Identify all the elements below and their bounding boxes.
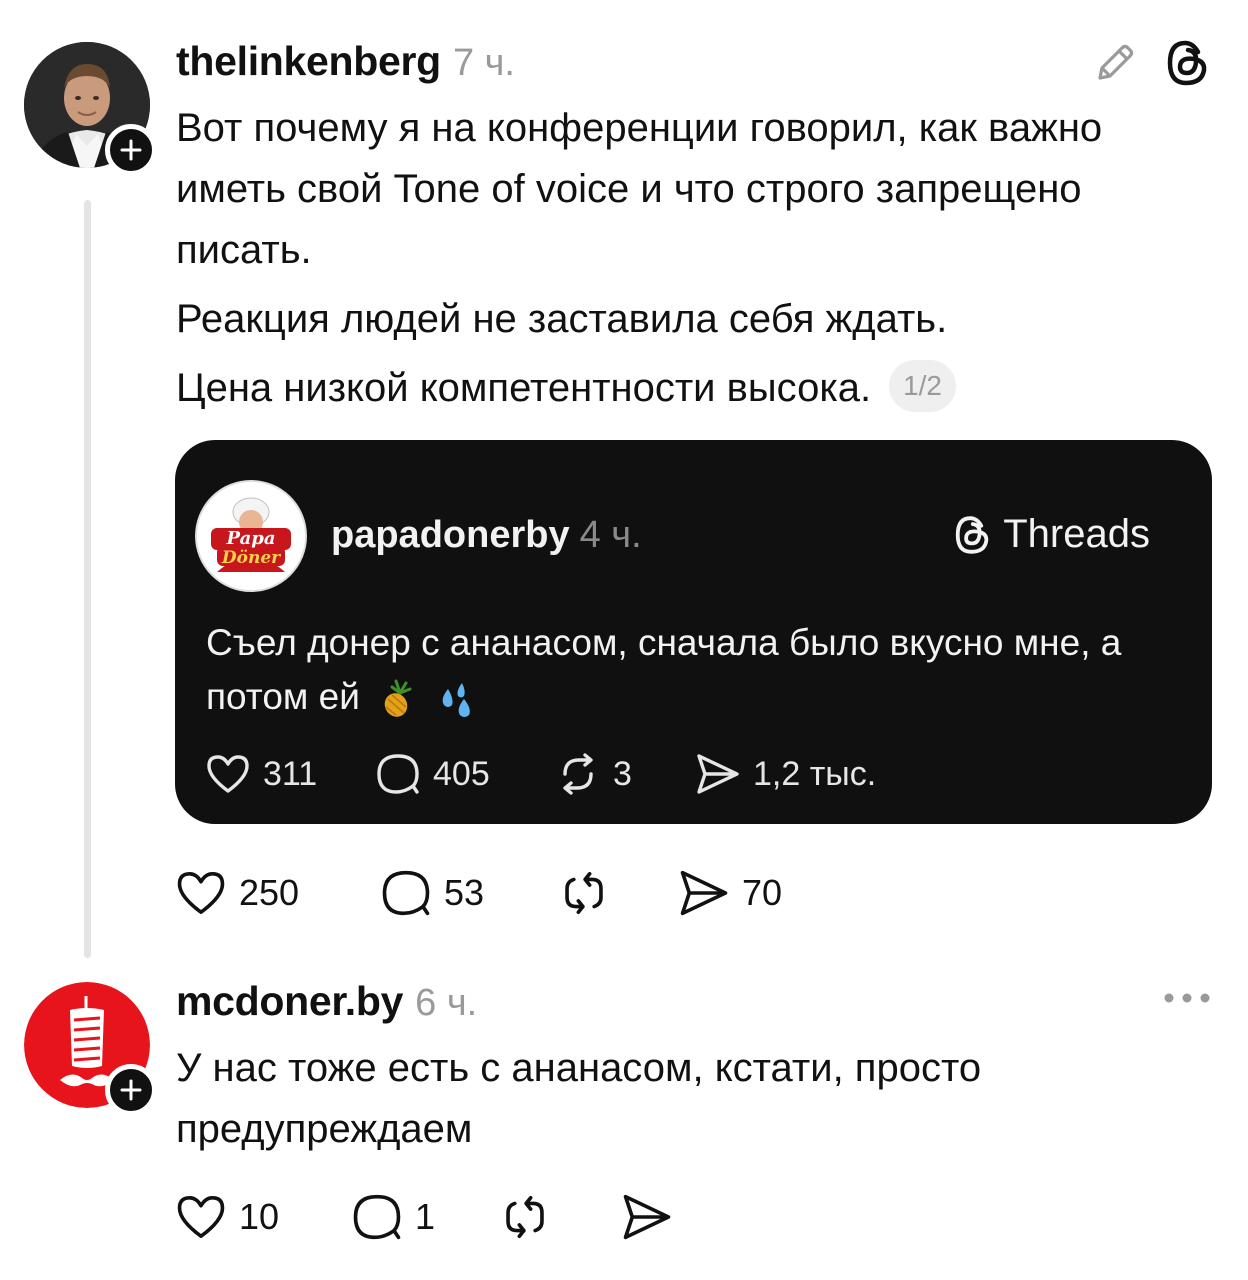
quoted-post-actions: 311 405 3 1,2 тыс.: [205, 752, 876, 796]
follow-button[interactable]: [105, 1064, 157, 1116]
reply-button[interactable]: 53: [380, 868, 558, 918]
quoted-post-text: Съел донер с ананасом, сначала было вкус…: [206, 616, 1186, 724]
threads-brand-label: Threads: [1003, 512, 1150, 556]
pencil-icon[interactable]: [1092, 40, 1138, 86]
send-icon: [697, 754, 739, 794]
post-paragraph: У нас тоже есть с ананасом, кстати, прос…: [176, 1046, 982, 1151]
post-actions: 250 53 70: [175, 868, 782, 918]
post-body: У нас тоже есть с ананасом, кстати, прос…: [176, 1038, 1136, 1168]
post-header: thelinkenberg 7 ч.: [176, 38, 515, 85]
reply-count: 53: [444, 872, 485, 913]
like-button[interactable]: 10: [175, 1193, 351, 1241]
quoted-like-count: 311: [263, 754, 318, 793]
more-icon[interactable]: [1162, 988, 1212, 1008]
quoted-repost-button[interactable]: 3: [555, 752, 695, 796]
post-paragraph: Вот почему я на конференции говорил, как…: [176, 106, 1103, 272]
avatar-papadonerby[interactable]: Papa Döner: [195, 480, 307, 592]
comment-icon: [377, 754, 419, 794]
plus-icon: [120, 1079, 142, 1101]
quoted-reply-button[interactable]: 405: [375, 752, 555, 796]
post-actions: 10 1: [175, 1192, 673, 1242]
quoted-username[interactable]: papadonerby: [331, 514, 570, 556]
heart-icon: [177, 871, 225, 915]
quoted-share-count: 1,2 тыс.: [753, 754, 877, 793]
quoted-reply-count: 405: [433, 754, 490, 793]
plus-icon: [120, 139, 142, 161]
reply-button[interactable]: 1: [351, 1192, 499, 1242]
quoted-like-button[interactable]: 311: [205, 753, 375, 795]
repost-button[interactable]: [499, 1192, 621, 1242]
repost-icon: [565, 871, 603, 915]
repost-icon: [506, 1195, 544, 1239]
post-thelinkenberg: thelinkenberg 7 ч. Вот почему я на конфе…: [0, 0, 1248, 960]
quoted-share-button[interactable]: 1,2 тыс.: [695, 752, 876, 796]
post-paragraph: Реакция людей не заставила себя ждать.: [176, 297, 948, 341]
post-paragraph: Цена низкой компетентности высока. 1/2: [176, 358, 1136, 419]
timestamp: 6 ч.: [415, 982, 478, 1024]
svg-text:Döner: Döner: [221, 548, 281, 568]
heart-icon: [207, 755, 249, 793]
repost-icon: [563, 753, 593, 795]
post-body: Вот почему я на конференции говорил, как…: [176, 98, 1136, 427]
page-badge: 1/2: [889, 360, 956, 413]
follow-button[interactable]: [105, 124, 157, 176]
share-button[interactable]: 70: [678, 868, 782, 918]
quoted-post-card[interactable]: Papa Döner papadonerby 4 ч. Threads Съел …: [175, 440, 1212, 824]
post-header: mcdoner.by 6 ч.: [176, 978, 477, 1025]
share-count: 70: [742, 872, 783, 913]
pineapple-emoji: [384, 679, 412, 717]
username[interactable]: thelinkenberg: [176, 38, 441, 85]
username[interactable]: mcdoner.by: [176, 978, 403, 1025]
quoted-repost-count: 3: [613, 754, 632, 793]
threads-brand: Threads: [951, 512, 1150, 557]
post-paragraph-text: Цена низкой компетентности высока.: [176, 366, 872, 410]
threads-logo-icon[interactable]: [1164, 38, 1210, 88]
post-mcdoner: mcdoner.by 6 ч. У нас тоже есть с ананас…: [0, 960, 1248, 1280]
send-icon: [623, 1194, 671, 1240]
comment-icon: [353, 1194, 401, 1240]
comment-icon: [382, 870, 430, 916]
quoted-post-header: papadonerby 4 ч.: [331, 514, 642, 557]
like-button[interactable]: 250: [175, 869, 380, 917]
quoted-timestamp: 4 ч.: [579, 514, 642, 556]
reply-count: 1: [415, 1196, 436, 1237]
sweat-droplets-emoji: [443, 683, 471, 718]
send-icon: [680, 870, 728, 916]
timestamp: 7 ч.: [452, 42, 515, 84]
svg-text:Papa: Papa: [226, 528, 276, 549]
share-button[interactable]: [621, 1192, 673, 1242]
thread-line: [84, 200, 91, 958]
like-count: 10: [239, 1196, 280, 1237]
quoted-post-text-content: Съел донер с ананасом, сначала было вкус…: [206, 622, 1122, 717]
threads-logo-icon: [956, 515, 989, 554]
like-count: 250: [239, 872, 300, 913]
heart-icon: [177, 1195, 225, 1239]
repost-button[interactable]: [558, 868, 678, 918]
